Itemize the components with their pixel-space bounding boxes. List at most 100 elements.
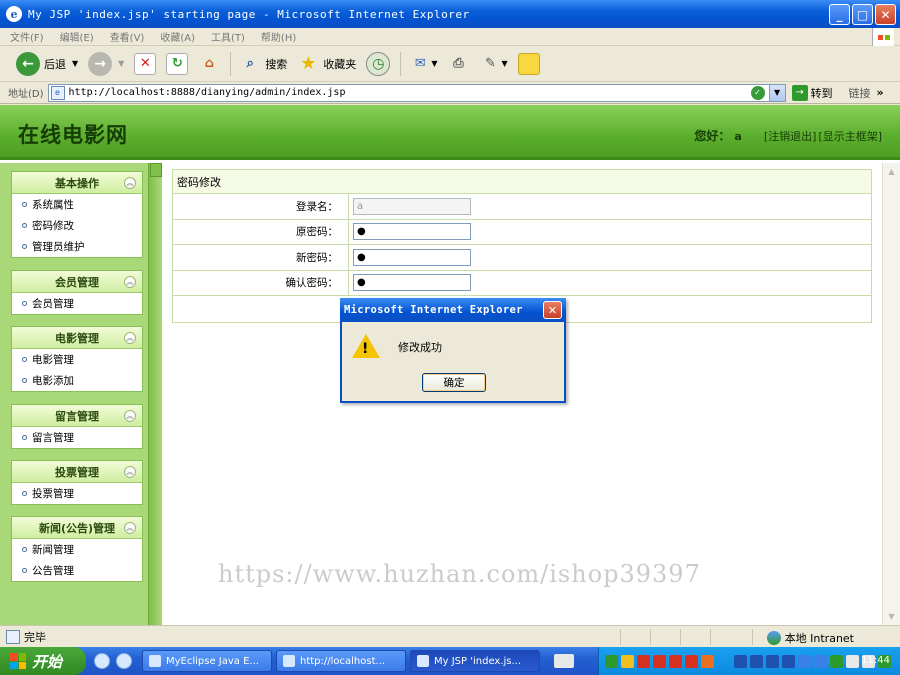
system-tray: 11:44 (598, 647, 900, 675)
collapse-icon[interactable]: ︽ (124, 466, 136, 478)
task-localhost[interactable]: http://localhost... (276, 650, 406, 672)
menu-favorites[interactable]: 收藏(A) (160, 29, 195, 44)
sidebar-item-vote-manage[interactable]: 投票管理 (12, 483, 142, 504)
print-button[interactable]: ⎙ (447, 53, 469, 75)
menu-view[interactable]: 查看(V) (110, 29, 145, 44)
stop-button[interactable]: ✕ (134, 52, 157, 75)
tray-icon[interactable] (846, 654, 859, 668)
sidebar-item-change-password[interactable]: 密码修改 (12, 215, 142, 236)
keyboard-icon[interactable] (554, 654, 574, 668)
start-button[interactable]: 开始 (0, 647, 86, 675)
window-titlebar[interactable]: e My JSP 'index.jsp' starting page - Mic… (0, 0, 900, 28)
bullet-icon (22, 202, 27, 207)
sidebar-group-header[interactable]: 投票管理 ︽ (12, 461, 142, 483)
sidebar-item-message-manage[interactable]: 留言管理 (12, 427, 142, 448)
scroll-up-icon[interactable]: ▲ (884, 164, 899, 179)
new-password-input[interactable]: ● (353, 248, 471, 266)
sidebar-item-movie-manage[interactable]: 电影管理 (12, 349, 142, 370)
show-frame-link[interactable]: [显示主框架] (818, 130, 882, 143)
sidebar-item-admin-maintain[interactable]: 管理员维护 (12, 236, 142, 257)
logout-link[interactable]: [注销退出] (764, 130, 817, 143)
edit-button[interactable]: ✎ ▼ (479, 53, 508, 75)
tray-icon[interactable] (782, 654, 795, 668)
quick-launch-icon[interactable] (94, 653, 110, 669)
old-password-input[interactable]: ● (353, 223, 471, 241)
search-button[interactable]: ⌕ 搜索 (239, 53, 288, 75)
forward-dropdown-icon[interactable]: ▼ (118, 59, 124, 68)
address-dropdown-icon[interactable]: ▼ (768, 84, 785, 101)
forward-arrow-icon: → (88, 51, 113, 76)
splitter-handle[interactable] (150, 163, 162, 177)
tray-icon[interactable] (766, 654, 779, 668)
favorites-button[interactable]: ★ 收藏夹 (297, 53, 356, 75)
back-dropdown-icon[interactable]: ▼ (72, 59, 78, 68)
sidebar-item-news-manage[interactable]: 新闻管理 (12, 539, 142, 560)
discuss-button[interactable] (517, 52, 540, 75)
tray-icon[interactable] (637, 654, 650, 668)
tray-icon[interactable] (798, 654, 811, 668)
tray-icon[interactable] (830, 654, 843, 668)
tray-icon[interactable] (734, 654, 747, 668)
forward-button[interactable]: → ▼ (88, 51, 124, 76)
refresh-button[interactable]: ↻ (166, 52, 189, 75)
quick-launch-ie-icon[interactable] (116, 653, 132, 669)
vertical-scrollbar[interactable]: ▲ ▼ (882, 163, 900, 625)
sidebar-group-title: 电影管理 (55, 331, 99, 345)
edit-page-icon: ✎ (485, 56, 496, 71)
ok-button[interactable]: 确定 (422, 373, 486, 392)
task-myeclipse[interactable]: MyEclipse Java E... (142, 650, 272, 672)
home-button[interactable]: ⌂ (198, 53, 220, 75)
tray-icon[interactable] (750, 654, 763, 668)
mail-dropdown-icon[interactable]: ▼ (431, 59, 437, 68)
tray-icon[interactable] (605, 654, 618, 668)
tray-icon[interactable] (669, 654, 682, 668)
sidebar-item-system-props[interactable]: 系统属性 (12, 194, 142, 215)
sidebar-item-label: 管理员维护 (32, 241, 85, 253)
go-button[interactable]: → 转到 (791, 84, 833, 101)
task-label: http://localhost... (300, 655, 386, 667)
bullet-icon (22, 357, 27, 362)
minimize-button[interactable]: _ (829, 4, 850, 25)
mail-button[interactable]: ✉ ▼ (409, 53, 438, 75)
collapse-icon[interactable]: ︽ (124, 177, 136, 189)
collapse-icon[interactable]: ︽ (124, 522, 136, 534)
confirm-password-input[interactable]: ● (353, 274, 471, 292)
frame-splitter[interactable] (148, 163, 162, 625)
task-myjsp[interactable]: My JSP 'index.js... (410, 650, 540, 672)
sidebar-item-movie-add[interactable]: 电影添加 (12, 370, 142, 391)
history-button[interactable]: ◷ (366, 51, 391, 76)
dialog-close-button[interactable]: ✕ (543, 301, 562, 319)
address-input[interactable]: e http://localhost:8888/dianying/admin/i… (47, 83, 786, 102)
collapse-icon[interactable]: ︽ (124, 276, 136, 288)
maximize-button[interactable]: □ (852, 4, 873, 25)
sidebar-group-header[interactable]: 会员管理 ︽ (12, 271, 142, 293)
dialog-title[interactable]: Microsoft Internet Explorer (340, 298, 566, 322)
sidebar-group-header[interactable]: 留言管理 ︽ (12, 405, 142, 427)
tray-icon[interactable] (701, 654, 714, 668)
sidebar-group-header[interactable]: 基本操作 ︽ (12, 172, 142, 194)
sidebar-group-header[interactable]: 电影管理 ︽ (12, 327, 142, 349)
refresh-icon: ↻ (166, 52, 189, 75)
links-button[interactable]: 链接 (849, 85, 871, 101)
star-icon: ★ (300, 53, 317, 74)
menu-file[interactable]: 文件(F) (10, 29, 44, 44)
tray-icon[interactable] (621, 654, 634, 668)
sidebar-item-notice-manage[interactable]: 公告管理 (12, 560, 142, 581)
form-title: 密码修改 (173, 170, 871, 194)
menu-help[interactable]: 帮助(H) (261, 29, 296, 44)
sidebar-item-member-manage[interactable]: 会员管理 (12, 293, 142, 314)
collapse-icon[interactable]: ︽ (124, 332, 136, 344)
tray-icon[interactable] (685, 654, 698, 668)
edit-dropdown-icon[interactable]: ▼ (501, 59, 507, 68)
menu-tools[interactable]: 工具(T) (211, 29, 245, 44)
sidebar-group-header[interactable]: 新闻(公告)管理 ︽ (12, 517, 142, 539)
close-button[interactable]: ✕ (875, 4, 896, 25)
scroll-down-icon[interactable]: ▼ (884, 609, 899, 624)
tray-icon[interactable] (653, 654, 666, 668)
back-button[interactable]: ← 后退 ▼ (16, 51, 78, 76)
collapse-icon[interactable]: ︽ (124, 410, 136, 422)
form-row-old-password: 原密码： ● (173, 219, 871, 245)
menu-edit[interactable]: 编辑(E) (60, 29, 94, 44)
chevron-right-icon[interactable]: » (877, 86, 884, 99)
tray-icon[interactable] (814, 654, 827, 668)
